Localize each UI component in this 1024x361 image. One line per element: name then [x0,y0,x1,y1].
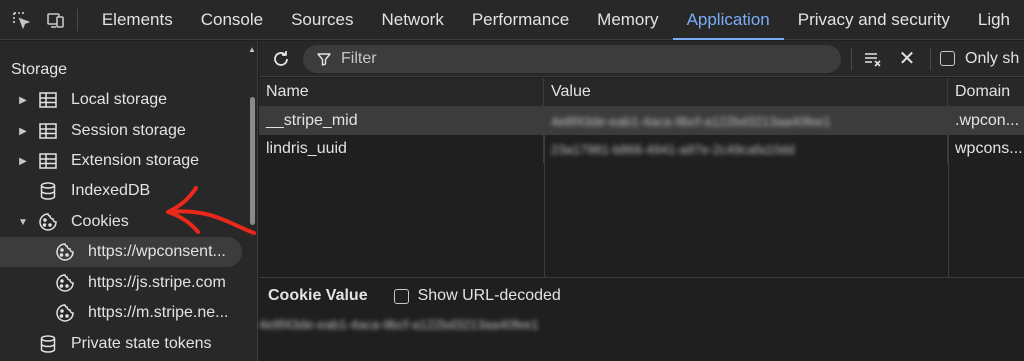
tab-memory[interactable]: Memory [583,0,672,40]
tab-performance[interactable]: Performance [458,0,583,40]
sidebar-heading-storage: Storage [11,61,68,78]
cell-domain: .wpcon... [955,112,1020,129]
sidebar-item-https-m-stripe-ne[interactable]: https://m.stripe.ne... [0,298,246,328]
table-icon [37,89,59,111]
show-url-decoded-checkbox[interactable] [393,288,409,304]
expand-arrow-icon[interactable]: ▶ [18,156,28,167]
tab-sources[interactable]: Sources [277,0,367,40]
toolbar-divider [851,47,852,70]
cell-domain: wpcons... [955,140,1023,157]
arrow-spacer [18,186,28,196]
cell-value: 4e8f43de-eab1-4aca-9bcf-a122bd3213aa40fe… [544,107,948,135]
sidebar-item-label: Cookies [71,213,129,230]
tab-elements[interactable]: Elements [88,0,187,40]
cookies-toolbar: ✕ Only sh [259,41,1024,77]
toolbar-divider [930,47,931,70]
table-icon [37,120,59,142]
tab-lighthouse[interactable]: Ligh [964,0,1024,40]
table-header: Name Value Domain [259,78,1024,107]
cookie-value-pane: Cookie Value Show URL-decoded 4e8f43de-e… [259,277,1024,361]
devtools-tab-bar: Elements Console Sources Network Perform… [0,0,1024,40]
sidebar-item-label: https://js.stripe.com [88,274,226,291]
tab-list: Elements Console Sources Network Perform… [88,0,1024,40]
annotation-arrow [166,186,256,235]
cookie-icon [37,211,59,233]
tab-console[interactable]: Console [187,0,277,40]
expand-arrow-icon[interactable]: ▶ [18,95,28,106]
clear-all-cookies-icon[interactable]: ✕ [892,44,922,74]
tab-application[interactable]: Application [672,0,784,40]
device-toolbar-icon[interactable] [42,6,68,34]
tab-privacy-and-security[interactable]: Privacy and security [784,0,964,40]
cookie-icon [54,241,76,263]
arrow-spacer [18,339,28,349]
scroll-up-icon[interactable]: ▲ [248,45,256,54]
filter-input[interactable] [341,49,741,68]
sidebar-item-https-wpconsent[interactable]: https://wpconsent... [0,237,242,267]
tab-network[interactable]: Network [367,0,457,40]
database-icon [37,180,59,202]
clear-filtered-cookies-icon[interactable] [858,44,888,74]
cookie-icon [54,272,76,294]
sidebar-item-private-state-tokens[interactable]: Private state tokens [0,329,246,359]
sidebar-item-label: Local storage [71,91,168,108]
cookie-value-title: Cookie Value [268,287,368,304]
sidebar-item-extension-storage[interactable]: ▶ Extension storage [0,146,246,176]
cookies-table: Name Value Domain __stripe_mid 4e8f43de-… [259,78,1024,277]
column-header-name[interactable]: Name [259,78,544,106]
only-show-cookies-label: Only sh [965,49,1020,67]
cell-name: __stripe_mid [259,107,544,135]
expand-arrow-icon[interactable]: ▶ [18,126,28,137]
refresh-icon[interactable] [263,41,299,77]
sidebar-item-local-storage[interactable]: ▶ Local storage [0,85,246,115]
sidebar-item-session-storage[interactable]: ▶ Session storage [0,116,246,146]
table-row[interactable]: __stripe_mid 4e8f43de-eab1-4aca-9bcf-a12… [259,107,1024,135]
toolbar-divider [76,8,78,31]
table-icon [37,150,59,172]
table-row[interactable]: lindris_uuid 23a17981-b866-4941-a97e-2c4… [259,135,1024,163]
sidebar-item-label: Extension storage [71,152,200,169]
cookie-icon [54,302,76,324]
sidebar-item-label: Session storage [71,122,186,139]
collapse-arrow-icon[interactable]: ▼ [18,217,28,228]
cookie-value-text[interactable]: 4e8f43de-eab1-4aca-9bcf-a122bd3213aa40fe… [259,317,539,332]
sidebar-item-label: https://wpconsent... [88,243,226,260]
inspect-element-icon[interactable] [8,6,34,34]
sidebar-item-label: IndexedDB [71,182,151,199]
show-url-decoded-label: Show URL-decoded [417,287,561,304]
filter-field[interactable] [303,44,841,73]
cell-value: 23a17981-b866-4941-a97e-2c49cafa10dd [544,135,948,163]
column-header-value[interactable]: Value [544,78,948,106]
cell-name: lindris_uuid [259,135,544,163]
filter-icon [317,52,331,66]
column-header-domain[interactable]: Domain [948,78,1024,106]
sidebar-item-label: https://m.stripe.ne... [88,304,229,321]
sidebar-item-label: Private state tokens [71,335,212,352]
only-show-cookies-checkbox[interactable] [940,51,955,66]
database-icon [37,333,59,355]
cookies-panel: ✕ Only sh Name Value Domain __stripe_mid… [259,41,1024,361]
sidebar-item-https-js-stripe-com[interactable]: https://js.stripe.com [0,268,246,298]
